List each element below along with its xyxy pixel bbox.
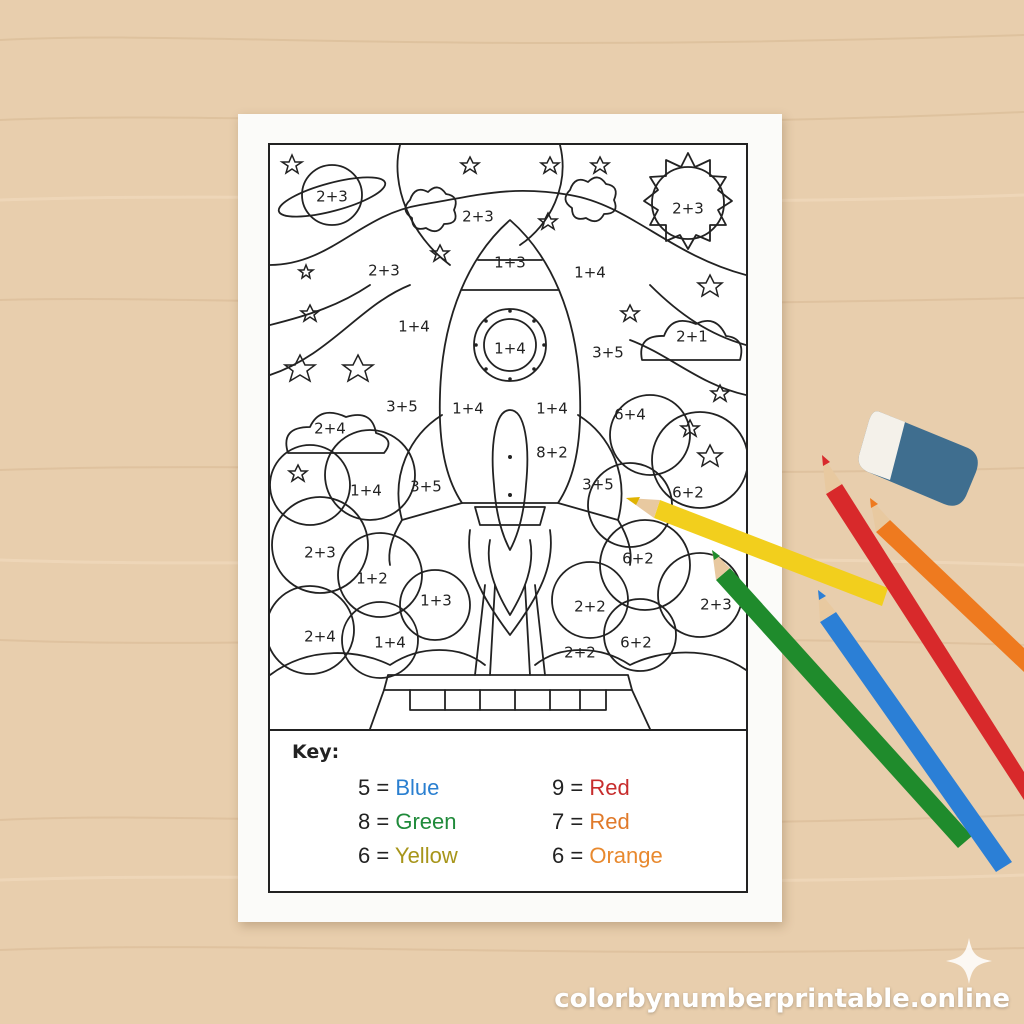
green-pencil [712,550,972,848]
eraser [858,411,978,506]
watermark-text: colorbynumberprintable.online [554,984,1010,1014]
pencils-and-eraser [626,411,1024,872]
sparkle-icon [946,938,992,984]
